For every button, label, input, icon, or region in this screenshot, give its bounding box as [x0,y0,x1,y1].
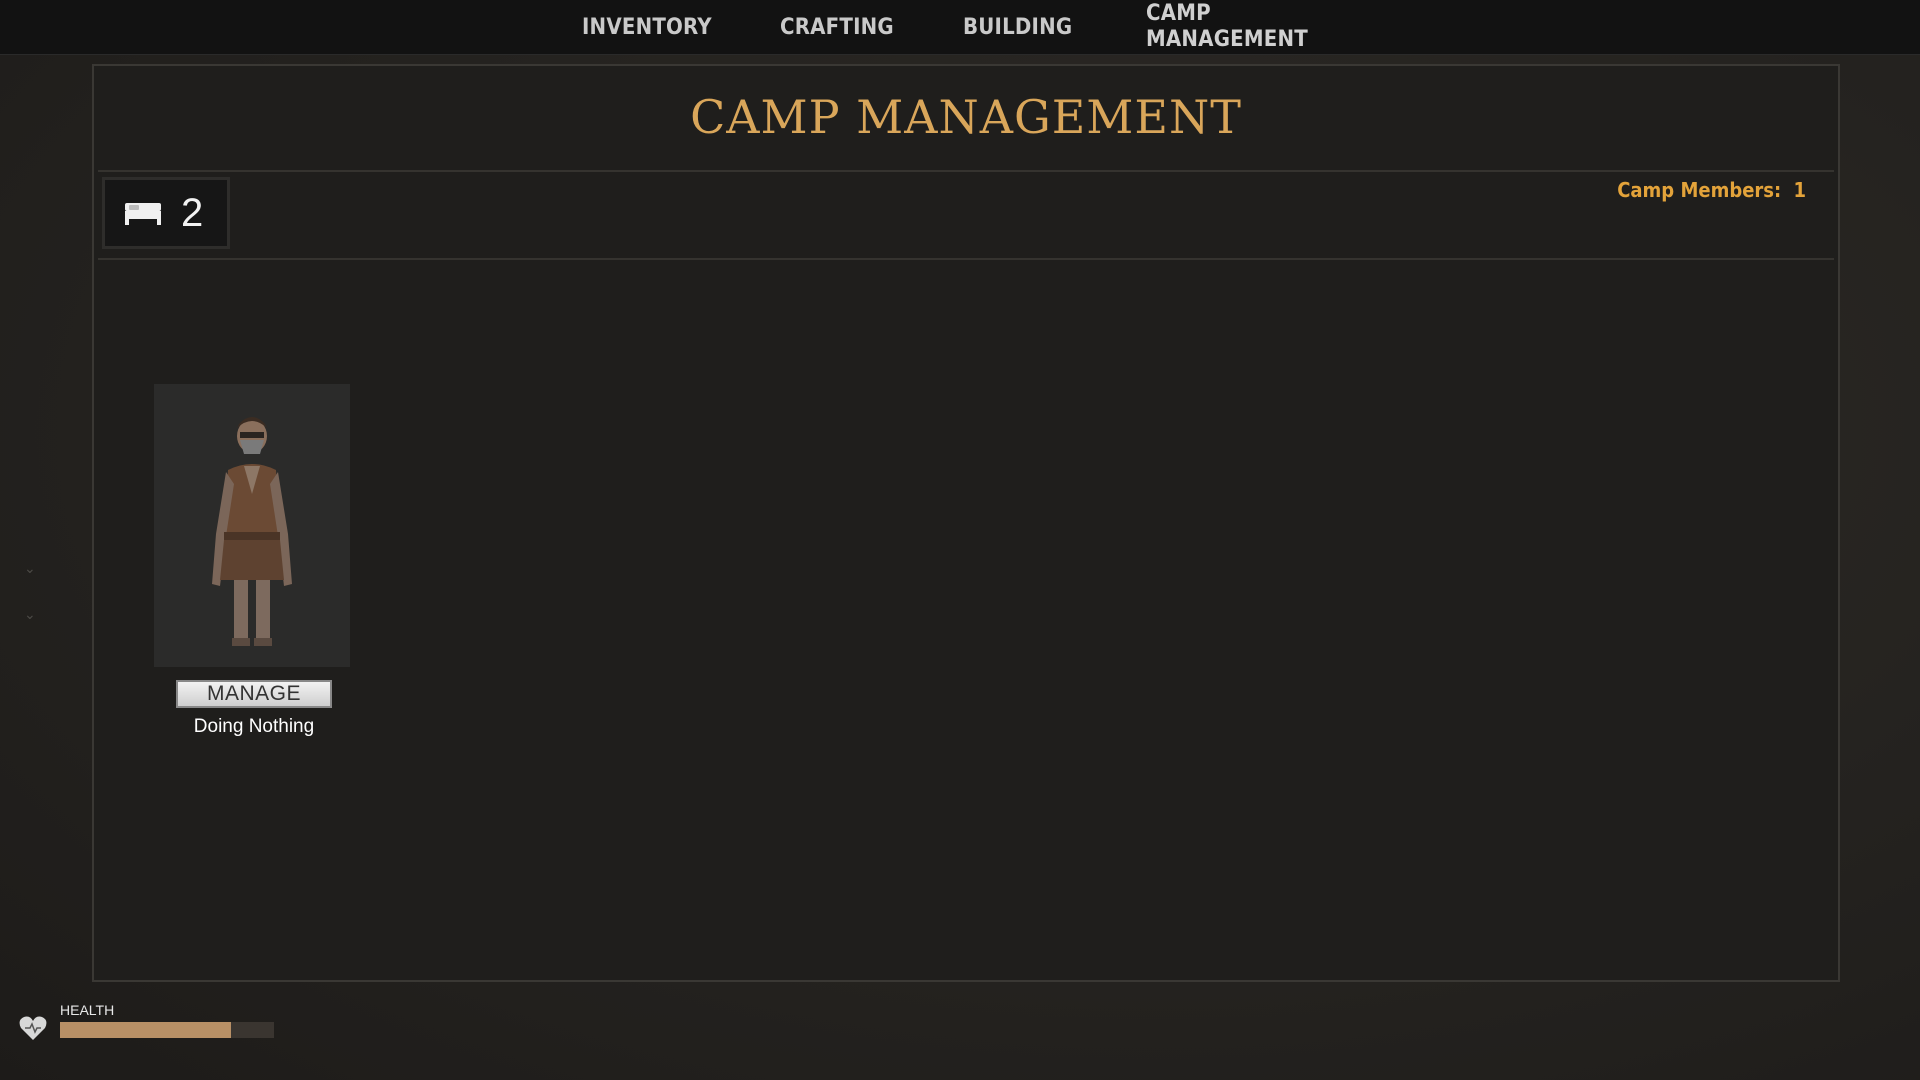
health-label: HEALTH [60,1002,115,1018]
member-portrait-card[interactable] [154,384,350,667]
character-portrait [212,417,292,646]
header-divider [98,258,1834,260]
camp-members-value: 1 [1793,178,1806,202]
tab-camp-management[interactable]: CAMP MANAGEMENT [1146,0,1308,54]
heart-icon [18,1014,48,1047]
health-bar [60,1022,274,1038]
tab-camp-management-line1: CAMP [1146,1,1211,26]
bed-icon [123,199,163,227]
camp-management-panel: CAMP MANAGEMENT 2 Camp Members: 1 MANAGE… [92,64,1840,982]
tab-inventory[interactable]: INVENTORY [582,0,712,54]
camp-members-count: Camp Members: 1 [1617,178,1806,202]
camp-members-label: Camp Members: [1617,178,1782,202]
member-status: Doing Nothing [193,716,315,737]
title-divider [98,170,1834,172]
health-hud: HEALTH [18,1002,278,1052]
tab-crafting[interactable]: CRAFTING [780,0,894,54]
page-title: CAMP MANAGEMENT [690,90,1242,144]
tab-building[interactable]: BUILDING [963,0,1072,54]
beds-counter: 2 [102,177,230,249]
side-marker-upper: ⌄ [24,560,36,576]
health-bar-fill [60,1022,232,1038]
beds-count: 2 [181,190,204,235]
top-nav-bar: INVENTORY CRAFTING BUILDING CAMP MANAGEM… [0,0,1920,55]
manage-button[interactable]: MANAGE [176,680,332,708]
side-marker-lower: ⌄ [24,606,36,622]
tab-camp-management-line2: MANAGEMENT [1146,27,1308,52]
